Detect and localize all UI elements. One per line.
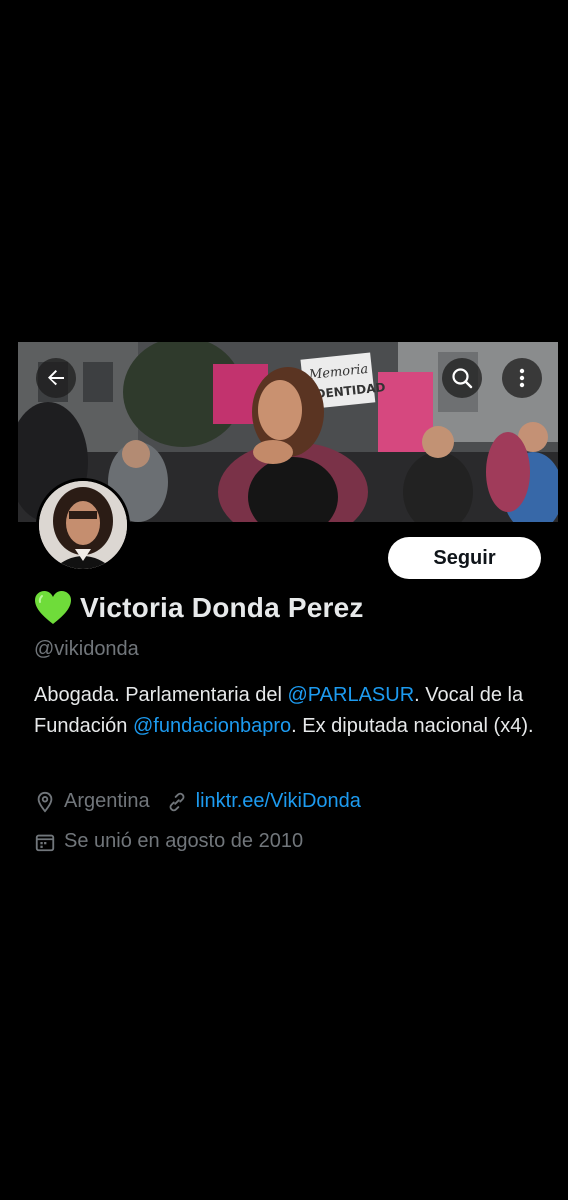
location-text: Argentina — [64, 790, 150, 812]
profile-meta-joined: Se unió en agosto de 2010 — [34, 830, 303, 853]
display-name: Victoria Donda Perez — [80, 592, 364, 623]
profile-bio: Abogada. Parlamentaria del @PARLASUR. Vo… — [34, 680, 549, 742]
more-options-button[interactable] — [502, 358, 542, 398]
follow-button[interactable]: Seguir — [388, 537, 541, 579]
back-button[interactable] — [36, 358, 76, 398]
profile-screen: Memoria IDENTIDAD Seguir Victoria Donda … — [0, 0, 568, 1200]
arrow-left-icon — [44, 366, 68, 390]
avatar-photo — [39, 481, 127, 569]
profile-meta-location: Argentina linktr.ee/VikiDonda — [34, 790, 361, 813]
avatar[interactable] — [36, 478, 130, 572]
website-link[interactable]: linktr.ee/VikiDonda — [196, 790, 361, 813]
search-button[interactable] — [442, 358, 482, 398]
location-pin-icon — [34, 791, 56, 813]
display-name-row: Victoria Donda Perez — [34, 590, 364, 626]
user-handle: @vikidonda — [34, 638, 139, 660]
bio-mention-fundacionbapro[interactable]: @fundacionbapro — [133, 715, 291, 737]
bio-text: . Ex diputada nacional (x4). — [291, 715, 534, 737]
bio-mention-parlasur[interactable]: @PARLASUR — [288, 684, 415, 706]
link-icon — [166, 791, 188, 813]
search-icon — [450, 366, 474, 390]
joined-date-text: Se unió en agosto de 2010 — [64, 830, 304, 852]
calendar-icon — [34, 831, 56, 853]
bio-text: Abogada. Parlamentaria del — [34, 684, 288, 706]
more-vertical-icon — [510, 366, 534, 390]
green-heart-icon — [34, 590, 72, 626]
